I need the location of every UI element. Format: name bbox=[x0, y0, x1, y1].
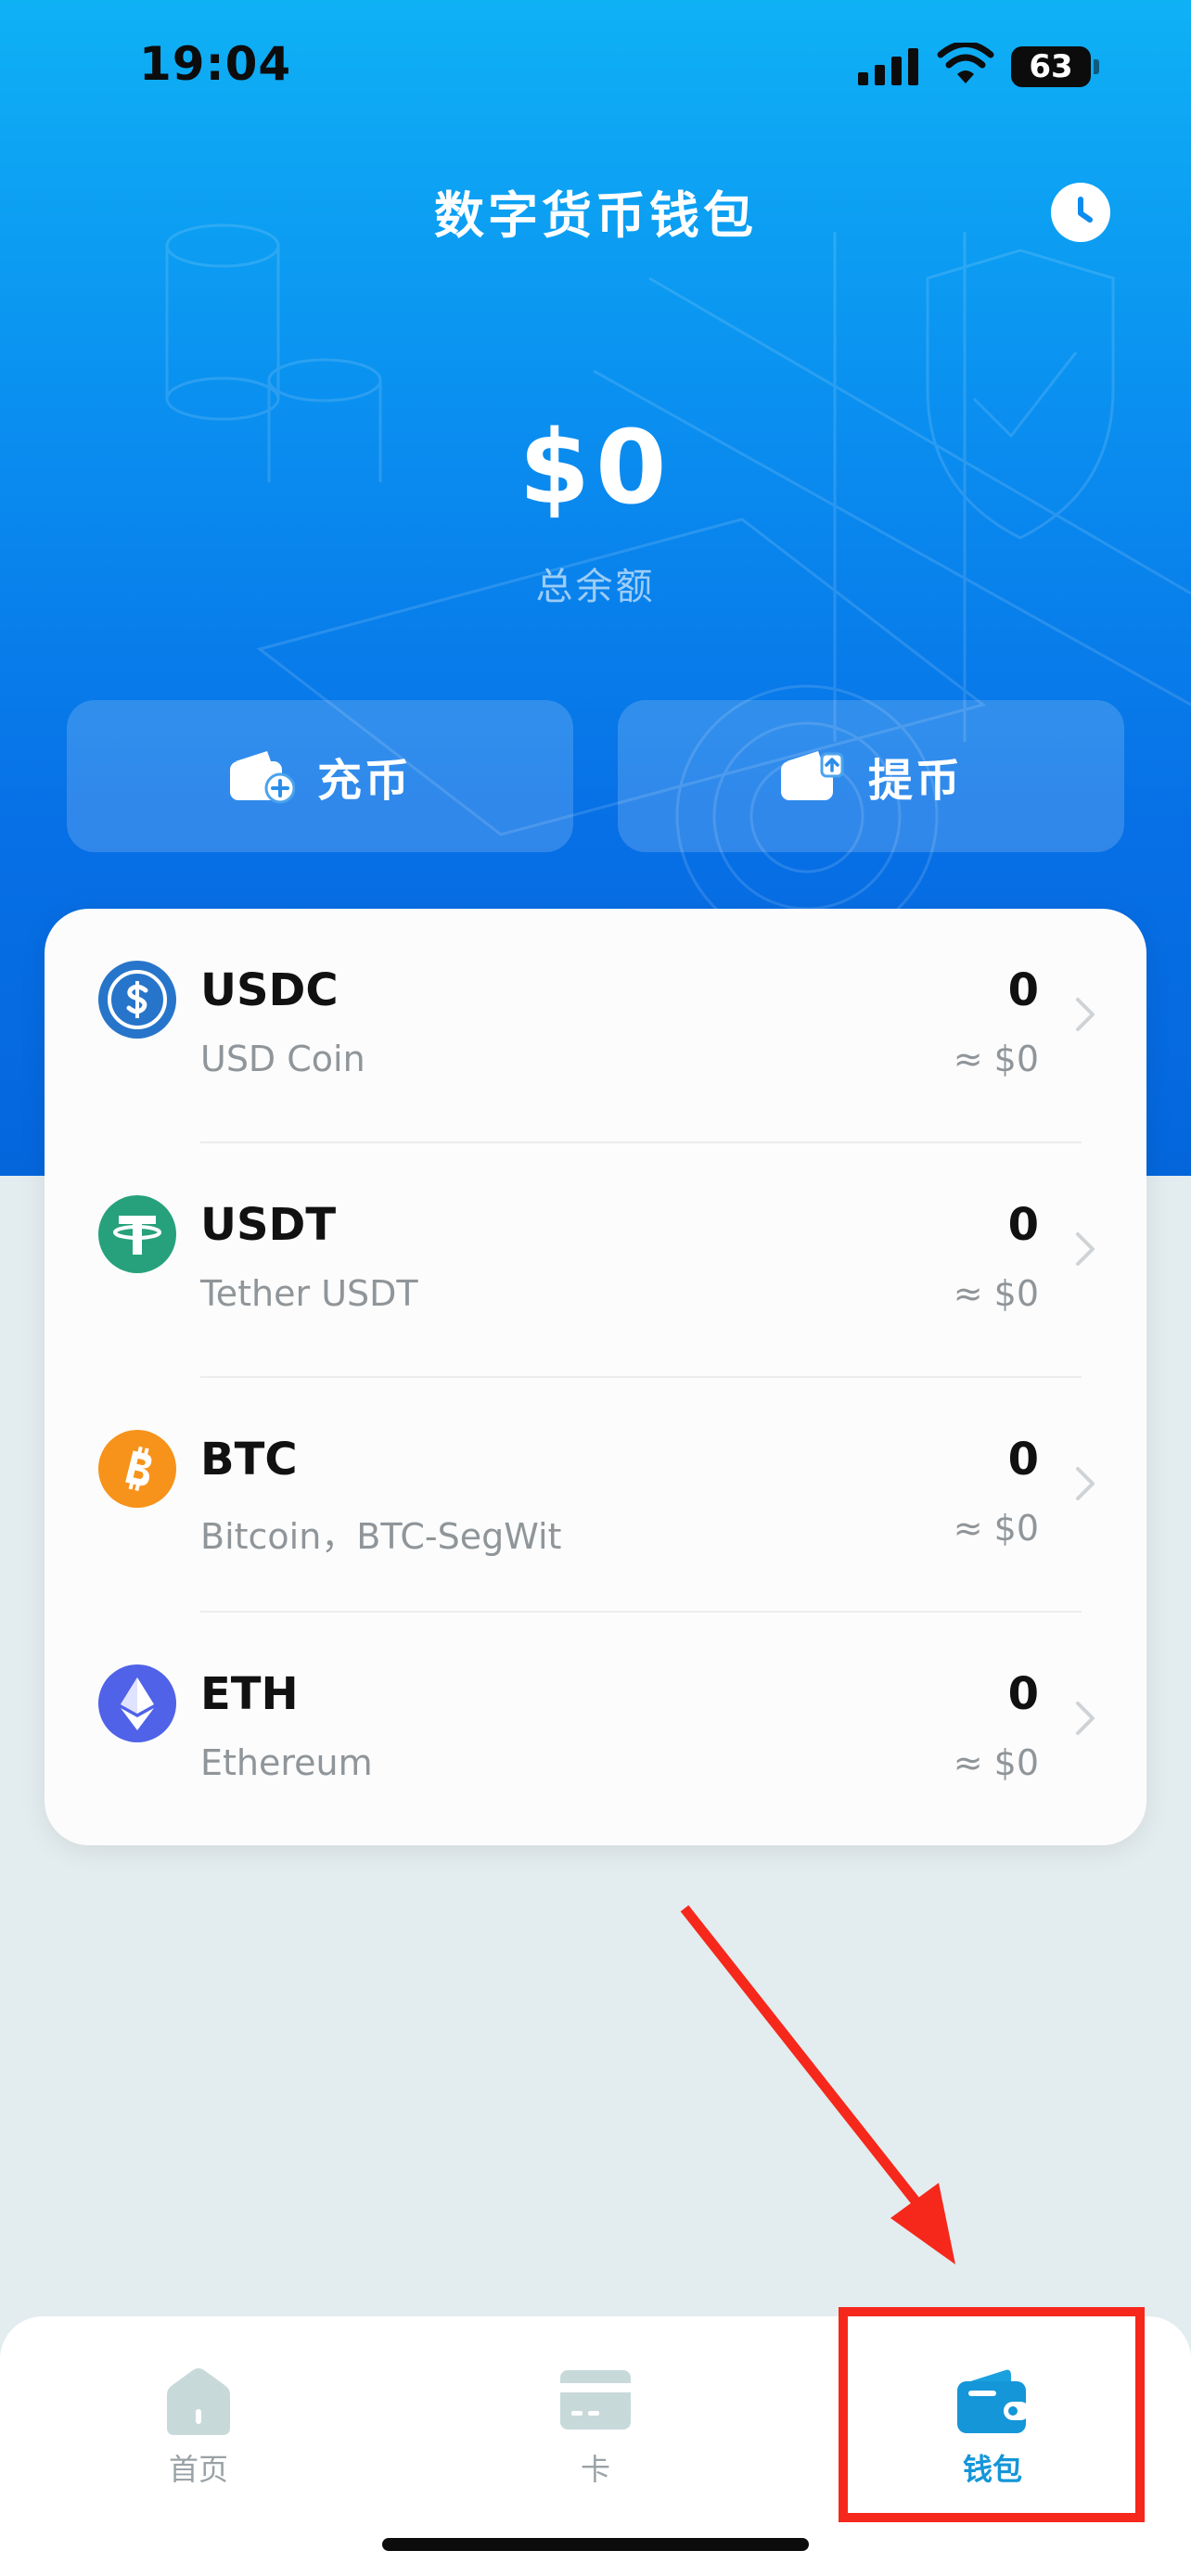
home-indicator bbox=[382, 2538, 809, 2551]
annotation-highlight-box bbox=[839, 2307, 1145, 2522]
tab-card[interactable]: 卡 bbox=[397, 2346, 794, 2487]
home-icon bbox=[167, 2368, 230, 2435]
card-icon bbox=[560, 2370, 631, 2429]
tab-home[interactable]: 首页 bbox=[0, 2346, 397, 2487]
annotation-arrow bbox=[680, 1905, 955, 2264]
tab-label: 首页 bbox=[168, 2452, 228, 2487]
tab-label: 卡 bbox=[580, 2452, 610, 2487]
